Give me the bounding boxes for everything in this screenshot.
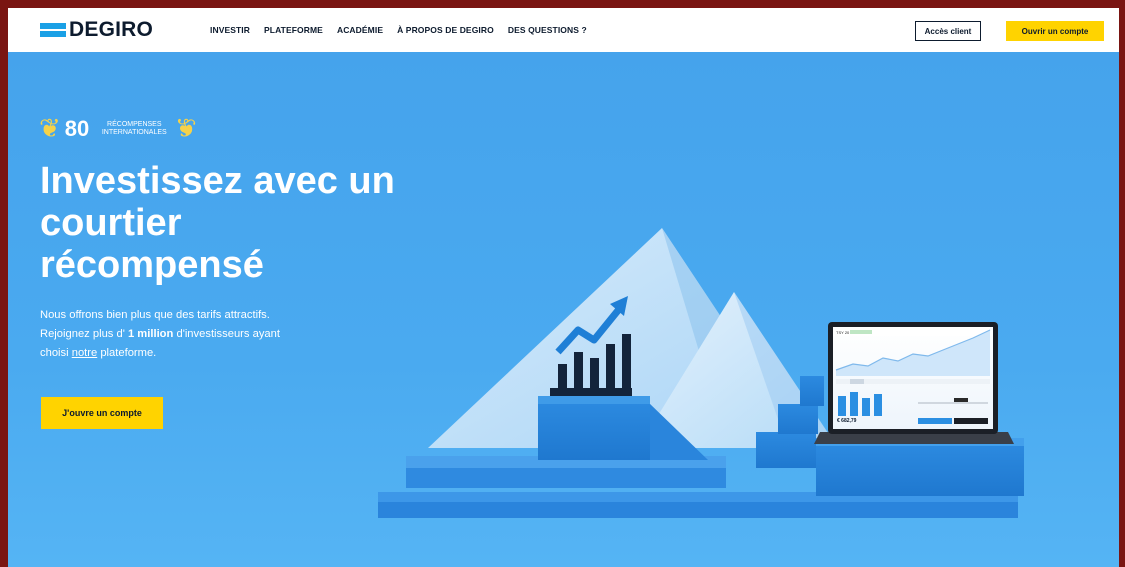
base-platform-middle	[406, 466, 726, 488]
nav-item-investir[interactable]: INVESTIR	[210, 25, 250, 35]
logo-text: DEGIRO	[69, 18, 154, 41]
nav-item-plateforme[interactable]: PLATEFORME	[264, 25, 323, 35]
laurel-left-icon: ❦	[39, 114, 61, 144]
nav-item-questions[interactable]: DES QUESTIONS ?	[508, 25, 587, 35]
degiro-logo[interactable]: DEGIRO	[40, 18, 154, 41]
award-label: RÉCOMPENSES INTERNATIONALES	[93, 121, 175, 137]
stair-1	[756, 432, 816, 468]
svg-text:TSY 20: TSY 20	[836, 330, 850, 335]
laurel-right-icon: ❦	[175, 114, 198, 144]
hero-subtext-line3a: choisi	[40, 347, 72, 359]
nav-item-academie[interactable]: ACADÉMIE	[337, 25, 383, 35]
award-badge: ❦ 80 RÉCOMPENSES INTERNATIONALES ❦	[39, 114, 198, 144]
chart-pedestal-top	[538, 396, 650, 404]
notre-plateforme-link[interactable]: notre	[72, 347, 98, 359]
hero-subtext-line2c: d'investisseurs ayant	[173, 328, 280, 340]
hero-subtext-line3c: plateforme.	[97, 347, 157, 359]
laptop-illustration: TSY 20	[814, 322, 1014, 444]
stair-3	[800, 376, 824, 406]
hero-subtext-line2a: Rejoignez plus d'	[40, 328, 128, 340]
logo-mark-icon	[40, 20, 66, 40]
laptop-balance: € 682,79	[837, 418, 857, 424]
hero-headline: Investissez avec un courtier récompensé	[40, 160, 395, 286]
nav-item-a-propos[interactable]: À PROPOS DE DEGIRO	[397, 25, 494, 35]
hero-subtext-line1: Nous offrons bien plus que des tarifs at…	[40, 309, 270, 321]
open-account-button[interactable]: Ouvrir un compte	[1006, 21, 1104, 41]
hero-subtext-highlight: 1 million	[127, 328, 174, 340]
laptop-pedestal	[816, 444, 1024, 496]
chart-pedestal	[538, 402, 650, 460]
award-label-line2: INTERNATIONALES	[101, 129, 167, 136]
award-label-line1: RÉCOMPENSES	[107, 121, 162, 128]
browser-viewport: DEGIRO INVESTIR PLATEFORME ACADÉMIE À PR…	[8, 8, 1119, 567]
client-access-button[interactable]: Accès client	[915, 21, 981, 41]
base-platform-bottom	[378, 500, 1018, 518]
hero-subtext: Nous offrons bien plus que des tarifs at…	[40, 306, 340, 363]
site-header: DEGIRO INVESTIR PLATEFORME ACADÉMIE À PR…	[8, 8, 1119, 52]
stair-2	[778, 404, 818, 434]
award-count: 80	[64, 116, 90, 141]
open-account-cta[interactable]: J'ouvre un compte	[41, 397, 163, 429]
main-nav: INVESTIR PLATEFORME ACADÉMIE À PROPOS DE…	[210, 25, 601, 35]
